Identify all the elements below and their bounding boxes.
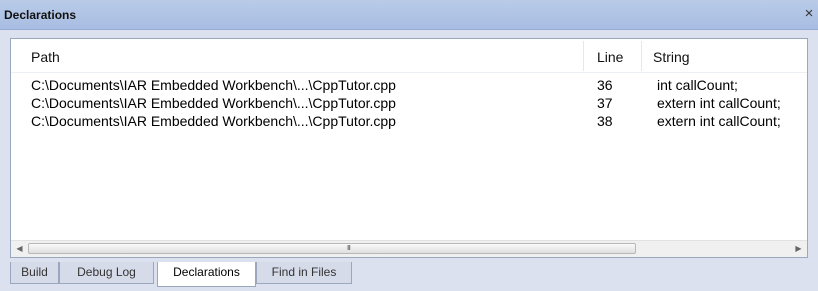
scroll-right-icon[interactable]: ▶ bbox=[790, 241, 807, 257]
table-row[interactable]: C:\Documents\IAR Embedded Workbench\...\… bbox=[11, 113, 807, 129]
horizontal-scrollbar[interactable]: ◀ III ▶ bbox=[11, 240, 807, 257]
column-separator[interactable] bbox=[641, 41, 642, 71]
row-path: C:\Documents\IAR Embedded Workbench\...\… bbox=[31, 95, 396, 111]
panel-titlebar: Declarations × bbox=[0, 0, 818, 30]
column-line-header[interactable]: Line bbox=[597, 49, 641, 65]
list-header: Path Line String bbox=[11, 39, 807, 73]
row-line: 36 bbox=[597, 77, 613, 93]
row-line: 38 bbox=[597, 113, 613, 129]
close-icon[interactable]: × bbox=[802, 6, 816, 22]
row-string: extern int callCount; bbox=[657, 95, 781, 111]
table-row[interactable]: C:\Documents\IAR Embedded Workbench\...\… bbox=[11, 95, 807, 111]
row-string: extern int callCount; bbox=[657, 113, 781, 129]
tab-debug-log[interactable]: Debug Log bbox=[59, 262, 154, 284]
panel-title: Declarations bbox=[4, 8, 77, 22]
table-row[interactable]: C:\Documents\IAR Embedded Workbench\...\… bbox=[11, 77, 807, 93]
scrollbar-thumb[interactable]: III bbox=[28, 243, 636, 254]
declarations-list: Path Line String C:\Documents\IAR Embedd… bbox=[10, 38, 808, 258]
row-path: C:\Documents\IAR Embedded Workbench\...\… bbox=[31, 77, 396, 93]
tab-declarations[interactable]: Declarations bbox=[157, 262, 256, 287]
column-separator[interactable] bbox=[583, 41, 584, 71]
tab-find-in-files[interactable]: Find in Files bbox=[256, 262, 352, 284]
column-string-header[interactable]: String bbox=[653, 49, 783, 65]
column-path-header[interactable]: Path bbox=[31, 49, 551, 65]
tab-build[interactable]: Build bbox=[10, 262, 59, 284]
row-path: C:\Documents\IAR Embedded Workbench\...\… bbox=[31, 113, 396, 129]
row-line: 37 bbox=[597, 95, 613, 111]
declarations-panel: Declarations × Path Line String C:\Docum… bbox=[0, 0, 818, 291]
row-string: int callCount; bbox=[657, 77, 738, 93]
grip-icon: III bbox=[347, 245, 351, 252]
scroll-left-icon[interactable]: ◀ bbox=[11, 241, 28, 257]
